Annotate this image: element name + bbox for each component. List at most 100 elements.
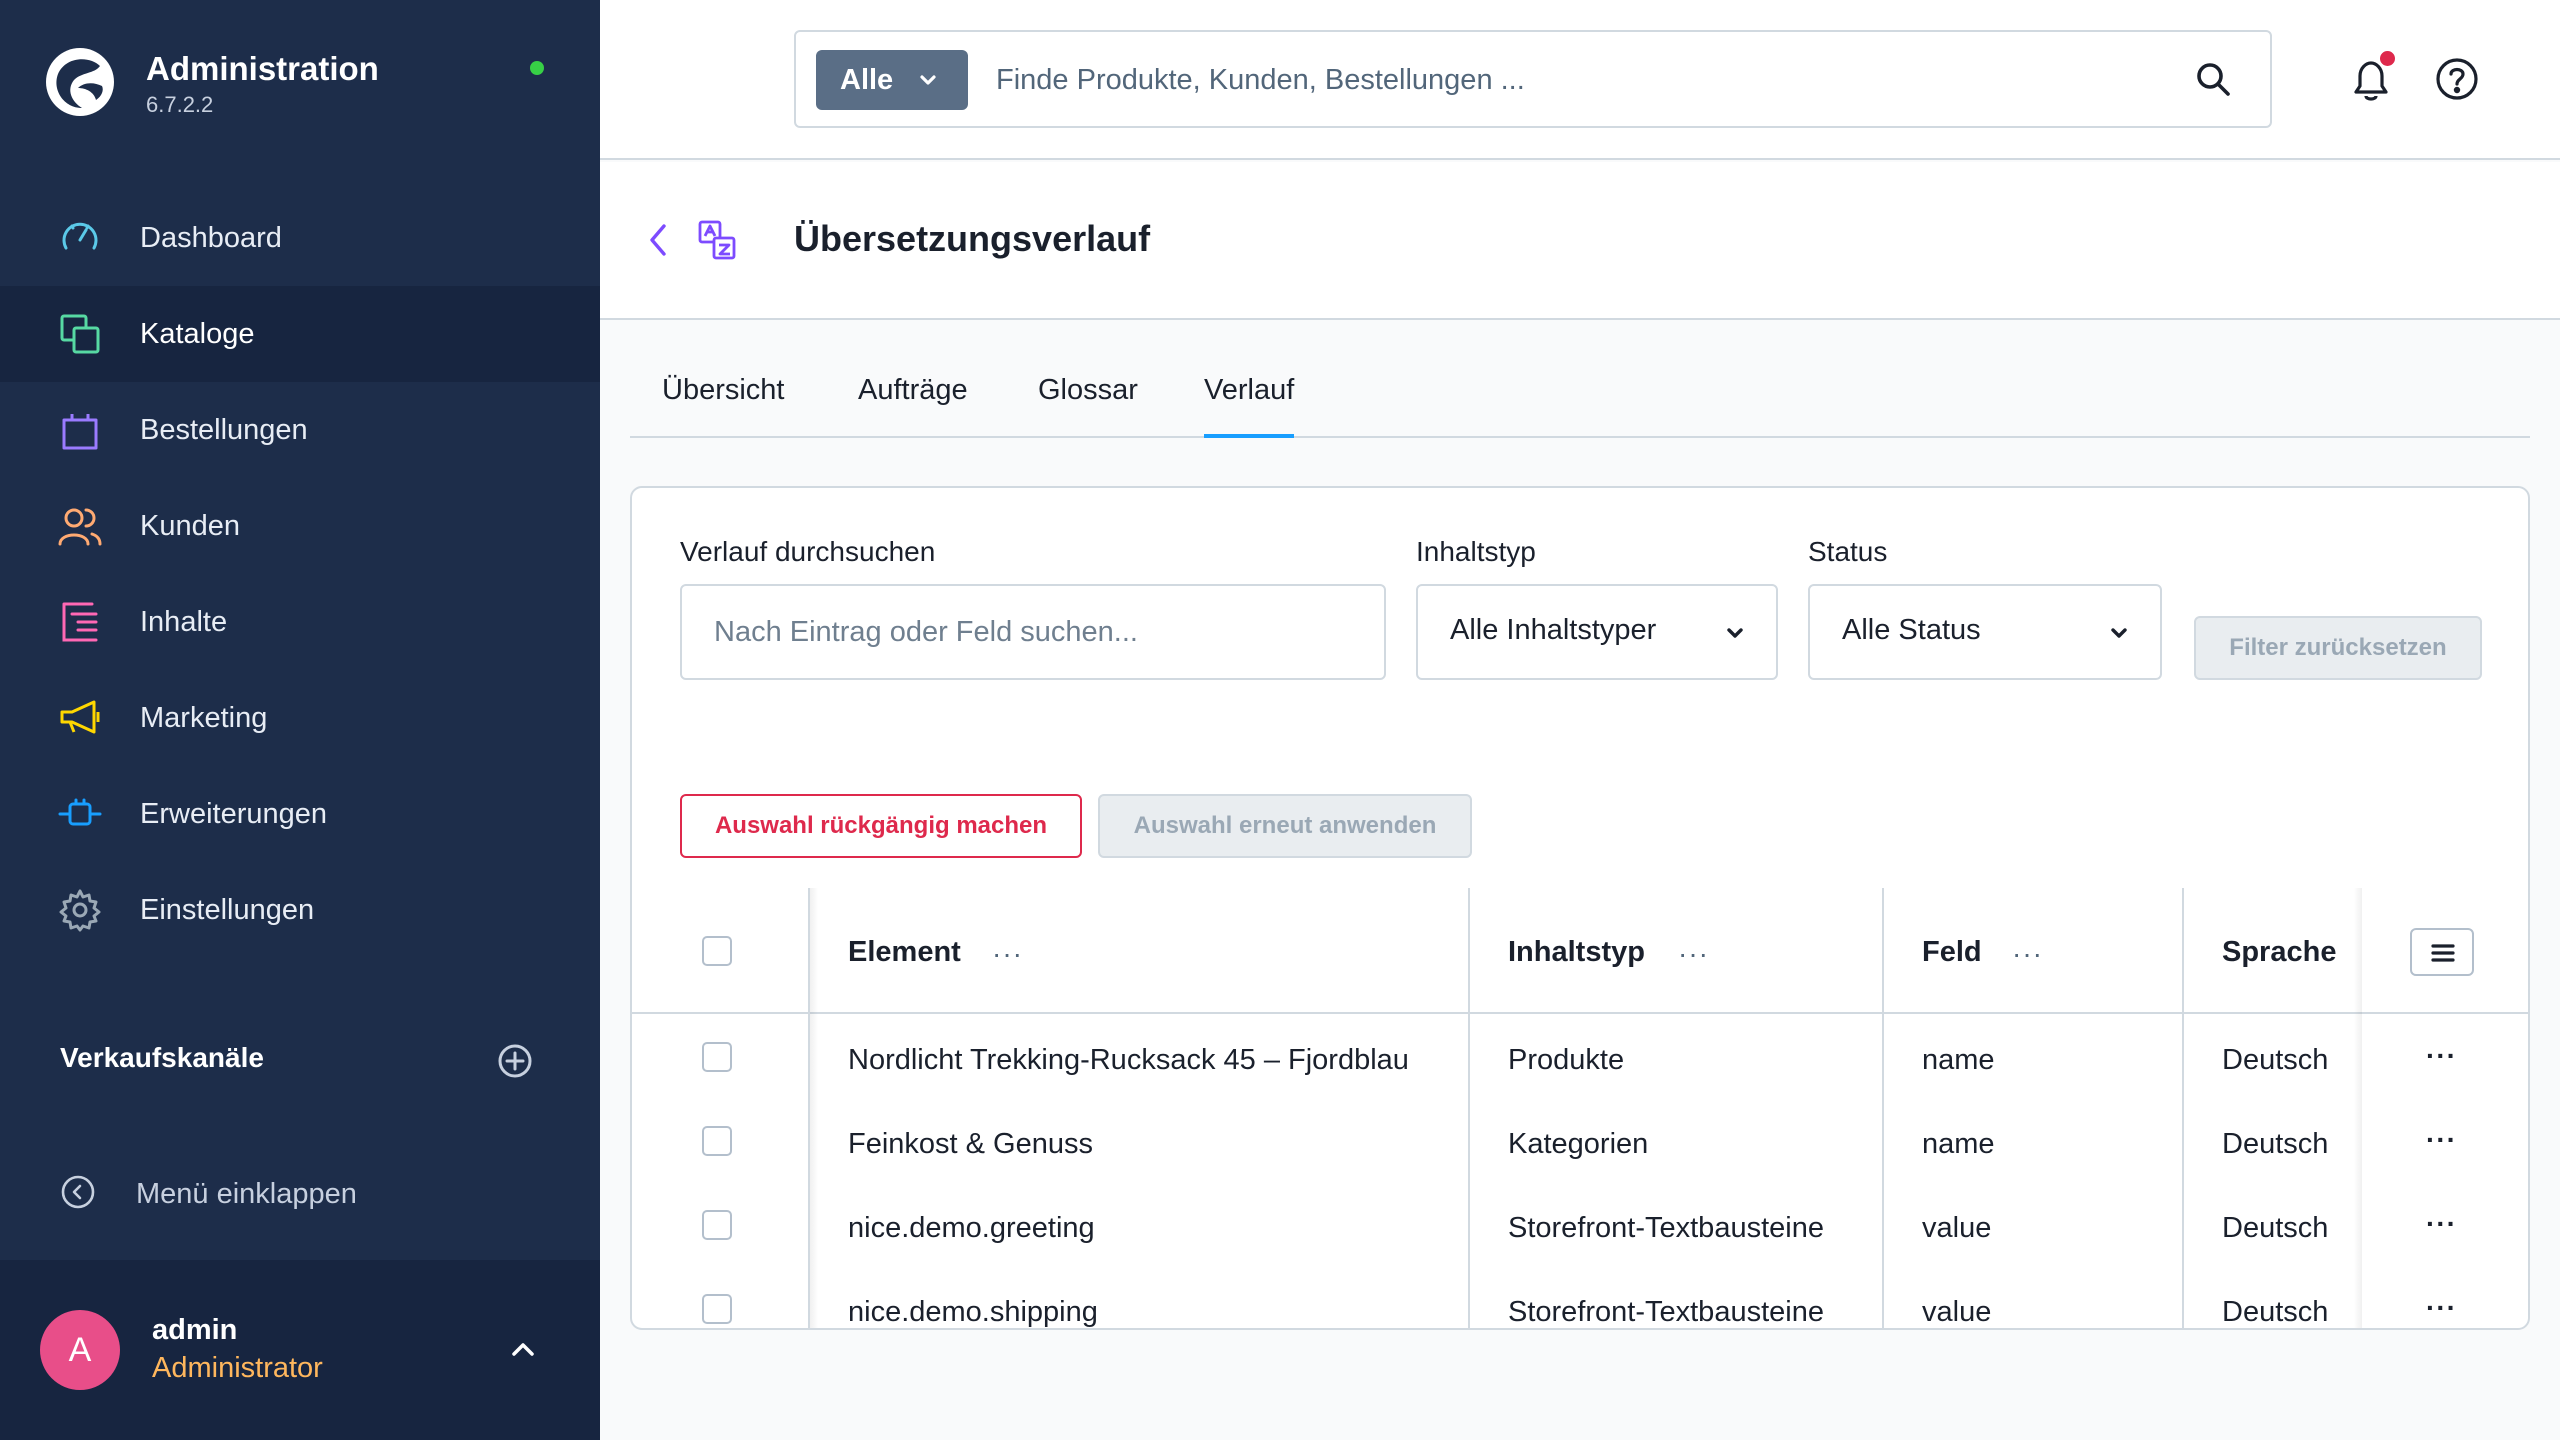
- reset-filter-button[interactable]: Filter zurücksetzen: [2194, 616, 2482, 680]
- sidebar-item-label: Dashboard: [140, 222, 282, 254]
- column-divider: [1468, 888, 1470, 1328]
- app-title: Administration: [146, 50, 379, 87]
- row-checkbox[interactable]: [702, 1210, 732, 1240]
- sidebar: Administration 6.7.2.2 Dashboard Katalog…: [0, 0, 600, 1440]
- cell-language: Deutsch: [2222, 1044, 2329, 1076]
- sidebar-item-label: Kunden: [140, 510, 240, 542]
- back-icon[interactable]: [644, 220, 674, 260]
- sidebar-item-bestellungen[interactable]: Bestellungen: [0, 382, 600, 478]
- row-checkbox[interactable]: [702, 1126, 732, 1156]
- sidebar-item-label: Inhalte: [140, 606, 228, 638]
- table-settings-button[interactable]: [2410, 928, 2474, 976]
- cell-type: Produkte: [1508, 1044, 1625, 1076]
- tab-glossar[interactable]: Glossar: [1038, 374, 1138, 438]
- tab-auftraege[interactable]: Aufträge: [858, 374, 968, 438]
- column-divider: [1882, 888, 1884, 1328]
- translate-icon: [698, 220, 736, 260]
- app-version: 6.7.2.2: [146, 92, 214, 117]
- collapse-menu-label: Menü einklappen: [136, 1178, 357, 1210]
- column-header-feld[interactable]: Feld: [1922, 936, 1982, 969]
- undo-selection-button[interactable]: Auswahl rückgängig machen: [680, 794, 1082, 858]
- sidebar-item-label: Marketing: [140, 702, 268, 734]
- column-shadow: [2354, 888, 2362, 1328]
- content-type-select[interactable]: Alle Inhaltstyper: [1416, 584, 1778, 680]
- global-search: Alle: [794, 30, 2272, 128]
- sidebar-item-label: Erweiterungen: [140, 798, 327, 830]
- column-header-inhaltstyp[interactable]: Inhaltstyp: [1508, 936, 1645, 969]
- row-actions-button[interactable]: ···: [2426, 1292, 2457, 1324]
- cell-field: name: [1922, 1044, 1995, 1076]
- collapse-menu-button[interactable]: Menü einklappen: [0, 1170, 600, 1220]
- search-type-select[interactable]: Alle: [816, 50, 968, 110]
- tab-verlauf[interactable]: Verlauf: [1204, 374, 1295, 438]
- plug-icon: [58, 798, 102, 826]
- sidebar-header: Administration 6.7.2.2: [0, 0, 600, 140]
- reapply-selection-button[interactable]: Auswahl erneut anwenden: [1098, 794, 1472, 858]
- column-shadow: [810, 888, 818, 1328]
- column-header-element[interactable]: Element: [848, 936, 961, 969]
- sidebar-item-erweiterungen[interactable]: Erweiterungen: [0, 766, 600, 862]
- sidebar-item-dashboard[interactable]: Dashboard: [0, 190, 600, 286]
- cell-field: name: [1922, 1128, 1995, 1160]
- sidebar-item-label: Bestellungen: [140, 414, 308, 446]
- user-menu[interactable]: A admin Administrator: [0, 1260, 600, 1440]
- chevron-left-circle-icon: [61, 1175, 95, 1209]
- sidebar-item-kunden[interactable]: Kunden: [0, 478, 600, 574]
- sidebar-item-einstellungen[interactable]: Einstellungen: [0, 862, 600, 958]
- shopping-bag-icon: [62, 414, 98, 450]
- row-actions-button[interactable]: ···: [2426, 1124, 2457, 1156]
- sidebar-item-marketing[interactable]: Marketing: [0, 670, 600, 766]
- sidebar-item-label: Kataloge: [140, 318, 255, 350]
- cell-element: nice.demo.greeting: [848, 1212, 1095, 1244]
- content-type-label: Inhaltstyp: [1416, 536, 1536, 567]
- column-menu-feld[interactable]: ···: [2012, 938, 2043, 970]
- row-actions-button[interactable]: ···: [2426, 1208, 2457, 1240]
- search-input[interactable]: [996, 52, 2156, 108]
- history-card: Verlauf durchsuchen Inhaltstyp Alle Inha…: [630, 486, 2530, 1330]
- column-divider: [2182, 888, 2184, 1328]
- avatar: A: [40, 1310, 120, 1390]
- gear-icon: [59, 889, 101, 932]
- column-menu-inhaltstyp[interactable]: ···: [1678, 938, 1709, 970]
- status-value: Alle Status: [1842, 614, 1981, 646]
- help-icon[interactable]: [2434, 56, 2480, 102]
- search-type-label: Alle: [840, 64, 894, 96]
- cell-language: Deutsch: [2222, 1296, 2329, 1328]
- chevron-up-icon[interactable]: [508, 1338, 538, 1362]
- megaphone-icon: [60, 700, 100, 734]
- cell-field: value: [1922, 1212, 1992, 1244]
- add-sales-channel-icon[interactable]: [497, 1043, 533, 1079]
- users-icon: [58, 508, 102, 546]
- cell-language: Deutsch: [2222, 1128, 2329, 1160]
- row-checkbox[interactable]: [702, 1042, 732, 1072]
- sidebar-item-label: Einstellungen: [140, 894, 315, 926]
- history-table: Element ··· Inhaltstyp ··· Feld ··· Spra…: [632, 888, 2528, 1328]
- user-role: Administrator: [152, 1352, 323, 1384]
- cell-element: nice.demo.shipping: [848, 1296, 1098, 1328]
- select-all-checkbox[interactable]: [702, 936, 732, 966]
- tab-uebersicht[interactable]: Übersicht: [662, 374, 785, 438]
- chevron-down-icon: [920, 75, 936, 85]
- row-actions-button[interactable]: ···: [2426, 1040, 2457, 1072]
- column-menu-element[interactable]: ···: [992, 938, 1023, 970]
- column-header-sprache[interactable]: Sprache: [2222, 936, 2336, 969]
- catalog-icon: [60, 314, 100, 354]
- search-history-input[interactable]: [680, 584, 1386, 680]
- sidebar-item-kataloge[interactable]: Kataloge: [0, 286, 600, 382]
- status-label: Status: [1808, 536, 1888, 567]
- page-title: Übersetzungsverlauf: [794, 218, 1151, 259]
- tab-bar: Übersicht Aufträge Glossar Verlauf: [630, 370, 2530, 438]
- content-icon: [62, 602, 98, 642]
- table-header: Element ··· Inhaltstyp ··· Feld ··· Spra…: [632, 888, 2528, 1014]
- cell-type: Storefront-Textbausteine: [1508, 1296, 1824, 1328]
- chevron-down-icon: [1727, 628, 1743, 638]
- row-checkbox[interactable]: [702, 1294, 732, 1324]
- user-name: admin: [152, 1314, 238, 1346]
- sidebar-item-inhalte[interactable]: Inhalte: [0, 574, 600, 670]
- status-select[interactable]: Alle Status: [1808, 584, 2162, 680]
- top-bar: Alle: [600, 0, 2560, 160]
- shopware-logo-icon[interactable]: [44, 46, 116, 118]
- notification-badge: [2380, 51, 2395, 66]
- search-icon[interactable]: [2194, 60, 2232, 98]
- main-nav: Dashboard Kataloge Bestellungen Kunden I…: [0, 190, 600, 958]
